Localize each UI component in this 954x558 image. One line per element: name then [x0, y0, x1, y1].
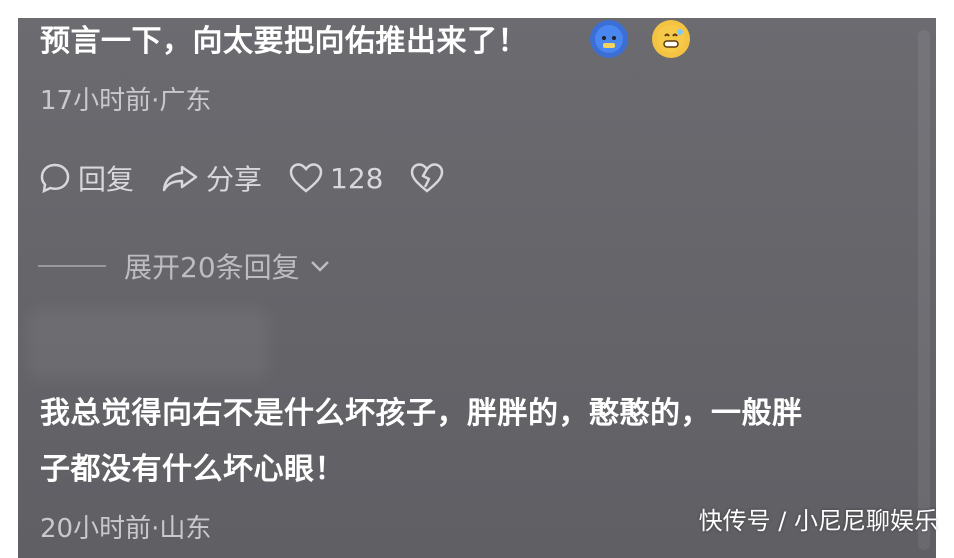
dislike-button[interactable]	[409, 161, 445, 195]
comment-1-content: 预言一下，向太要把向佑推出来了！	[40, 24, 528, 59]
divider-line	[38, 265, 106, 267]
share-button[interactable]: 分享	[160, 158, 262, 198]
like-button[interactable]: 128	[288, 161, 383, 195]
share-label: 分享	[206, 163, 263, 196]
comment-bubble-icon	[40, 163, 70, 194]
watermark: 快传号 / 小尼尼聊娱乐	[698, 507, 938, 535]
expand-replies-label: 展开20条回复	[124, 251, 300, 284]
like-count: 128	[330, 161, 384, 195]
cold-face-emoji-icon	[590, 20, 628, 58]
comment-2-line-2: 子都没有什么坏心眼！	[40, 452, 345, 487]
comment-2-meta: 20小时前·山东	[40, 514, 212, 544]
comment-actions: 回复 分享 128	[38, 158, 445, 198]
broken-heart-icon	[411, 163, 444, 193]
chevron-down-icon	[310, 261, 329, 272]
grinning-sweat-emoji-icon	[652, 20, 690, 58]
reply-label: 回复	[78, 163, 135, 196]
comment-2-text: 我总觉得向右不是什么坏孩子，胖胖的，憨憨的，一般胖 子都没有什么坏心眼！	[40, 386, 803, 498]
share-arrow-icon	[162, 165, 198, 192]
comment-1-meta: 17小时前·广东	[40, 86, 212, 116]
comment-2-line-1: 我总觉得向右不是什么坏孩子，胖胖的，憨憨的，一般胖	[40, 396, 803, 431]
heart-icon	[289, 163, 323, 193]
comment-1-text: 预言一下，向太要把向佑推出来了！	[40, 18, 528, 70]
expand-replies-button[interactable]: 展开20条回复	[38, 246, 332, 286]
blurred-avatar-area	[28, 308, 268, 378]
scrollbar[interactable]	[918, 30, 930, 550]
comment-panel: 预言一下，向太要把向佑推出来了！ 17小时前·广东 回复 分享 128 展开20…	[18, 18, 936, 558]
reply-button[interactable]: 回复	[38, 158, 134, 198]
